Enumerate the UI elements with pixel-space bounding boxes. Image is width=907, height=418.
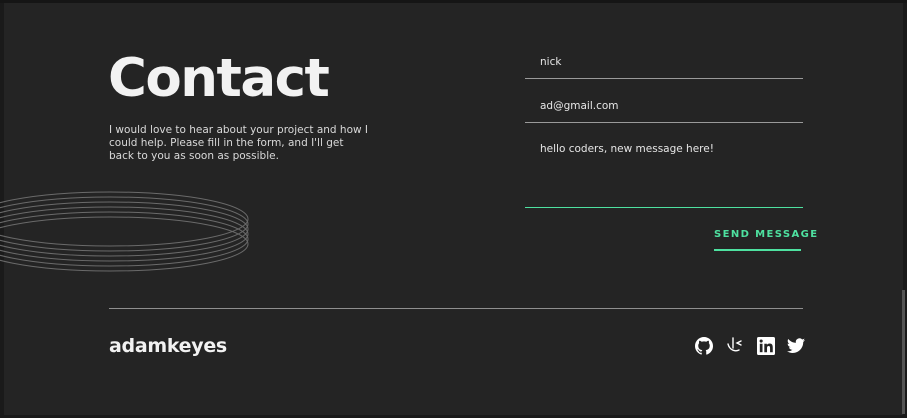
name-field[interactable]: nick (525, 50, 803, 79)
message-field[interactable]: hello coders, new message here! (525, 137, 803, 208)
email-field[interactable]: ad@gmail.com (525, 94, 803, 123)
linkedin-icon[interactable] (757, 337, 775, 355)
email-field-value: ad@gmail.com (540, 100, 619, 112)
footer-divider (109, 308, 803, 309)
footer-brand[interactable]: adamkeyes (109, 335, 227, 357)
twitter-icon[interactable] (787, 337, 805, 355)
rings-decoration (0, 191, 249, 272)
name-field-value: nick (540, 56, 562, 68)
send-message-button[interactable]: SEND MESSAGE (714, 229, 817, 251)
message-field-value: hello coders, new message here! (540, 143, 714, 155)
github-icon[interactable] (695, 337, 713, 355)
scrollbar-thumb[interactable] (902, 290, 905, 414)
contact-title: Contact (108, 48, 330, 109)
contact-intro: I would love to hear about your project … (109, 124, 369, 162)
frontend-mentor-icon[interactable] (726, 337, 744, 355)
